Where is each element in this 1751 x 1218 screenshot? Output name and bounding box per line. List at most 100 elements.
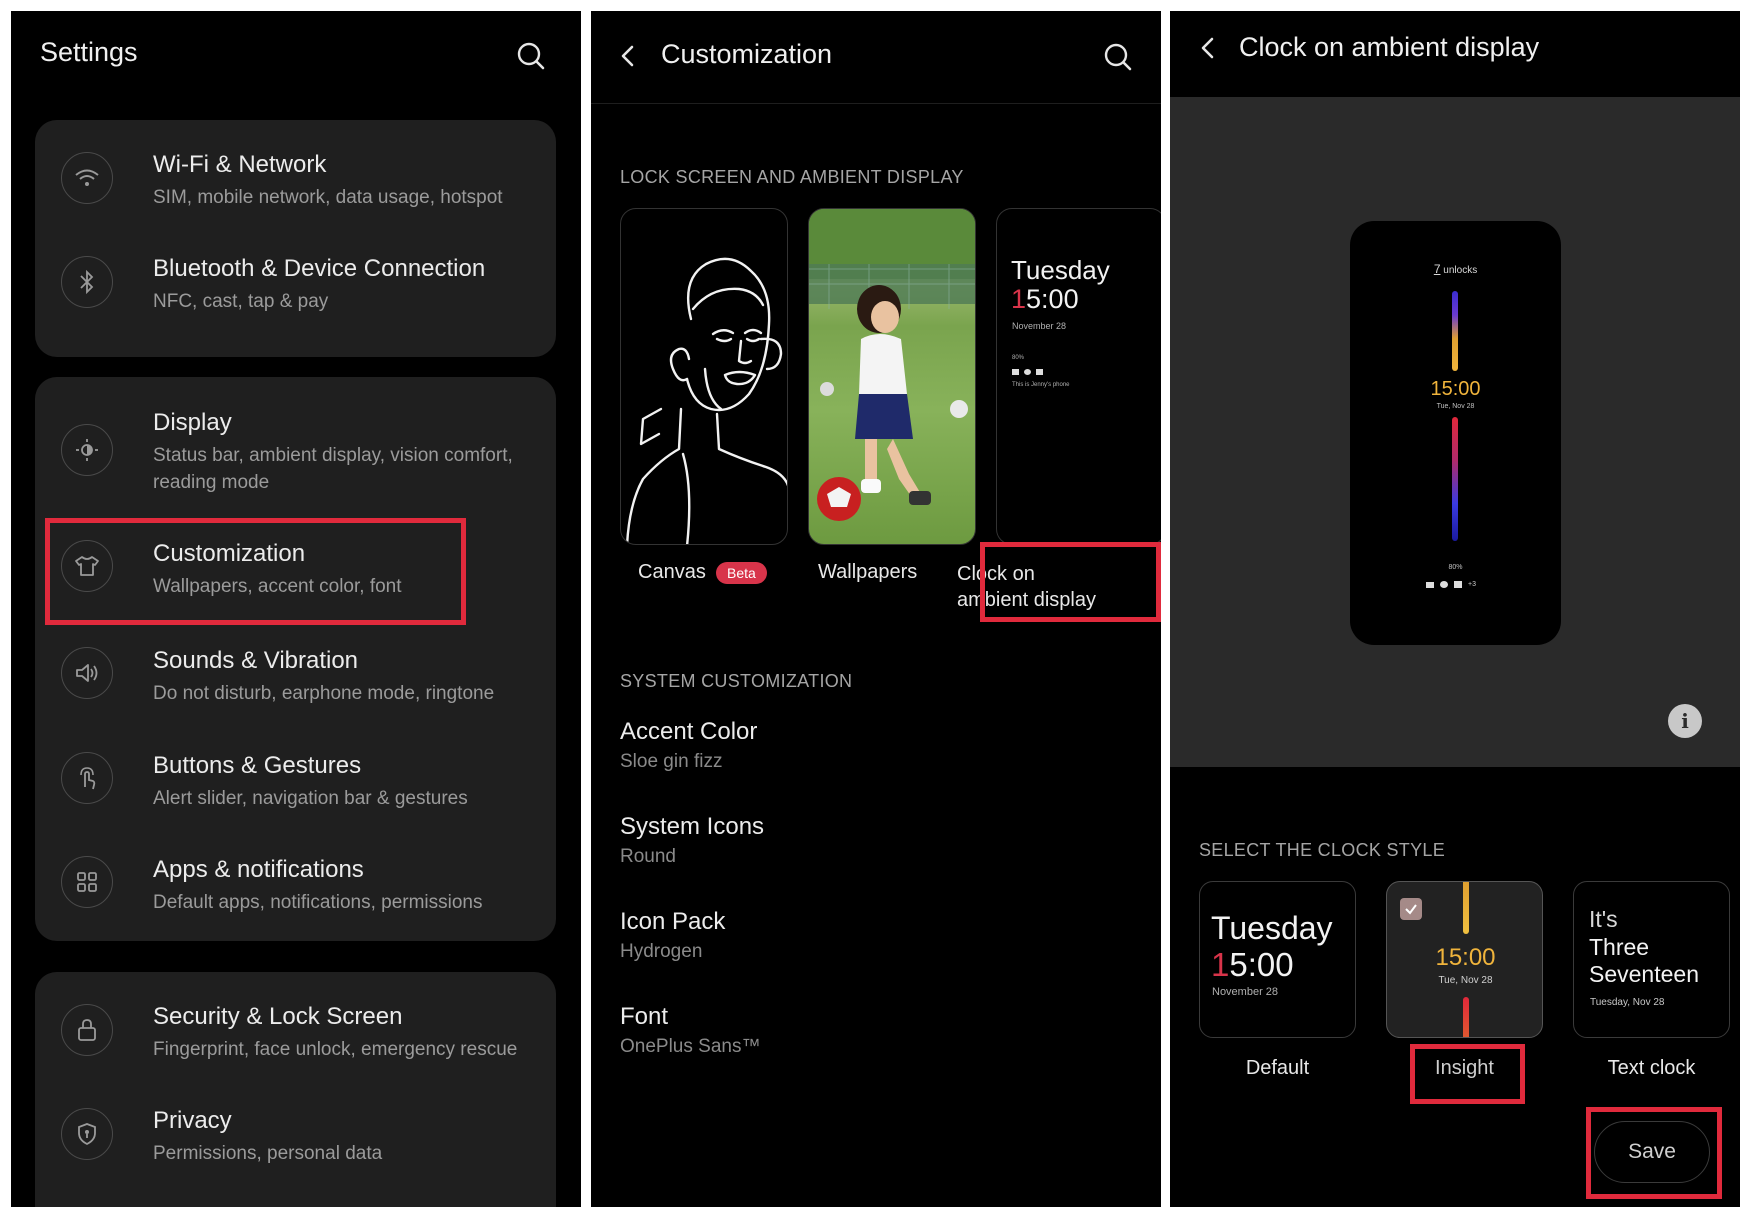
snapchat-icon	[1440, 581, 1448, 588]
item-title: Apps & notifications	[153, 856, 364, 883]
device-card: Display Status bar, ambient display, vis…	[35, 377, 556, 941]
wallpapers-thumbnail[interactable]	[808, 208, 976, 545]
info-icon[interactable]: i	[1668, 704, 1702, 738]
system-customization-section-header: SYSTEM CUSTOMIZATION	[620, 671, 853, 691]
item-subtitle: Permissions, personal data	[153, 1143, 383, 1164]
clock-style-default[interactable]: Tuesday 15:00 November 28	[1199, 881, 1356, 1038]
item-title: System Icons	[620, 813, 765, 840]
preview-owner-text: This is Jenny's phone	[1012, 382, 1070, 388]
phone-notification-icons: +3	[1426, 581, 1476, 588]
item-title: Security & Lock Screen	[153, 1003, 403, 1030]
facebook-icon	[1036, 369, 1043, 375]
settings-item-wifi[interactable]: Wi-Fi & Network SIM, mobile network, dat…	[35, 120, 556, 238]
shield-icon	[61, 1108, 113, 1160]
phone-date: Tue, Nov 28	[1436, 403, 1475, 410]
style-time-accent: 1	[1211, 946, 1230, 983]
settings-item-privacy[interactable]: Privacy Permissions, personal data	[35, 1090, 556, 1207]
lock-icon	[61, 1004, 113, 1056]
item-title: Bluetooth & Device Connection	[153, 255, 486, 282]
item-value: Hydrogen	[620, 941, 703, 962]
item-title: Icon Pack	[620, 908, 726, 935]
security-card: Security & Lock Screen Fingerprint, face…	[35, 972, 556, 1207]
canvas-label: Canvas	[638, 561, 706, 583]
clock-ambient-screen: Clock on ambient display 7 unlocks 15:00…	[1170, 11, 1740, 1207]
settings-item-apps[interactable]: Apps & notifications Default apps, notif…	[35, 829, 556, 941]
page-title: Customization	[661, 39, 833, 69]
unlock-counter: 7 unlocks	[1350, 262, 1561, 276]
snapchat-icon	[1024, 369, 1031, 375]
insight-highlight	[1410, 1044, 1525, 1104]
item-title: Wi-Fi & Network	[153, 151, 327, 178]
wallpaper-child-soccer-photo	[809, 209, 975, 521]
item-subtitle: Fingerprint, face unlock, emergency resc…	[153, 1039, 518, 1060]
beta-badge: Beta	[716, 562, 767, 584]
canvas-thumbnail[interactable]	[620, 208, 788, 545]
item-title: Buttons & Gestures	[153, 752, 362, 779]
insight-bar-top	[1452, 291, 1458, 371]
brightness-icon	[61, 424, 113, 476]
style-date: November 28	[1212, 986, 1279, 998]
clock-ambient-thumbnail[interactable]: Tuesday 15:00 November 28 80% This is Je…	[996, 208, 1161, 545]
page-title: Settings	[40, 37, 138, 67]
clock-ambient-highlight	[980, 542, 1161, 622]
page-title: Clock on ambient display	[1239, 32, 1540, 62]
settings-item-sounds[interactable]: Sounds & Vibration Do not disturb, earph…	[35, 621, 556, 725]
clock-style-section-header: SELECT THE CLOCK STYLE	[1199, 840, 1446, 860]
style-date: Tuesday, Nov 28	[1590, 997, 1665, 1008]
preview-area: 7 unlocks 15:00 Tue, Nov 28 80% +3 i	[1170, 97, 1740, 767]
item-value: Round	[620, 846, 676, 867]
search-icon[interactable]	[1098, 37, 1138, 77]
insight-bar-top	[1463, 882, 1469, 934]
bluetooth-icon	[61, 256, 113, 308]
customization-app-bar: Customization	[591, 11, 1161, 103]
customization-highlight	[45, 518, 466, 625]
settings-item-buttons-gestures[interactable]: Buttons & Gestures Alert slider, navigat…	[35, 725, 556, 829]
back-arrow-icon[interactable]	[1188, 28, 1228, 68]
clock-style-insight[interactable]: 15:00 Tue, Nov 28	[1386, 881, 1543, 1038]
style-text-line2: Three	[1589, 934, 1650, 960]
gesture-icon	[61, 752, 113, 804]
speaker-icon	[61, 647, 113, 699]
apps-grid-icon	[61, 856, 113, 908]
preview-date: November 28	[1012, 321, 1067, 331]
item-subtitle: Default apps, notifications, permissions	[153, 892, 483, 913]
phone-preview: 7 unlocks 15:00 Tue, Nov 28 80% +3	[1350, 221, 1561, 645]
item-subtitle: Alert slider, navigation bar & gestures	[153, 788, 468, 809]
clock-style-default-label: Default	[1245, 1057, 1310, 1079]
preview-time-accent: 1	[1011, 284, 1027, 314]
canvas-line-art-portrait	[625, 257, 787, 544]
unlock-count: 7	[1433, 262, 1441, 276]
style-text-line3: Seventeen	[1589, 961, 1699, 987]
selected-check-icon	[1400, 898, 1422, 920]
item-value: OnePlus Sans™	[620, 1036, 761, 1057]
item-title: Privacy	[153, 1107, 232, 1134]
clock-style-text-clock-label: Text clock	[1607, 1057, 1696, 1079]
network-card: Wi-Fi & Network SIM, mobile network, dat…	[35, 120, 556, 357]
item-title: Accent Color	[620, 718, 758, 745]
item-subtitle: Status bar, ambient display, vision comf…	[153, 445, 513, 493]
accent-color-item[interactable]: Accent Color Sloe gin fizz	[591, 711, 1161, 791]
lock-screen-section-header: LOCK SCREEN AND AMBIENT DISPLAY	[620, 167, 964, 187]
clock-ambient-app-bar: Clock on ambient display	[1170, 11, 1740, 97]
style-day: Tuesday	[1211, 910, 1333, 946]
insight-bar-bottom	[1463, 997, 1469, 1037]
phone-battery: 80%	[1448, 564, 1463, 571]
font-item[interactable]: Font OnePlus Sans™	[591, 996, 1161, 1076]
back-arrow-icon[interactable]	[608, 36, 648, 76]
icon-pack-item[interactable]: Icon Pack Hydrogen	[591, 901, 1161, 981]
insight-bar-bottom	[1452, 417, 1458, 541]
save-highlight	[1586, 1107, 1722, 1199]
style-time: 15:00	[1211, 946, 1294, 984]
search-icon[interactable]	[511, 36, 551, 76]
style-time: 15:00	[1435, 944, 1496, 971]
clock-style-text-clock[interactable]: It's Three Seventeen Tuesday, Nov 28	[1573, 881, 1730, 1038]
item-subtitle: NFC, cast, tap & pay	[153, 291, 329, 312]
preview-day: Tuesday	[1011, 255, 1110, 285]
settings-item-bluetooth[interactable]: Bluetooth & Device Connection NFC, cast,…	[35, 238, 556, 357]
settings-item-security[interactable]: Security & Lock Screen Fingerprint, face…	[35, 972, 556, 1090]
system-icons-item[interactable]: System Icons Round	[591, 806, 1161, 886]
settings-app-bar: Settings	[11, 11, 581, 103]
item-title: Font	[620, 1003, 669, 1030]
preview-battery: 80%	[1012, 355, 1025, 361]
settings-item-display[interactable]: Display Status bar, ambient display, vis…	[35, 377, 556, 517]
